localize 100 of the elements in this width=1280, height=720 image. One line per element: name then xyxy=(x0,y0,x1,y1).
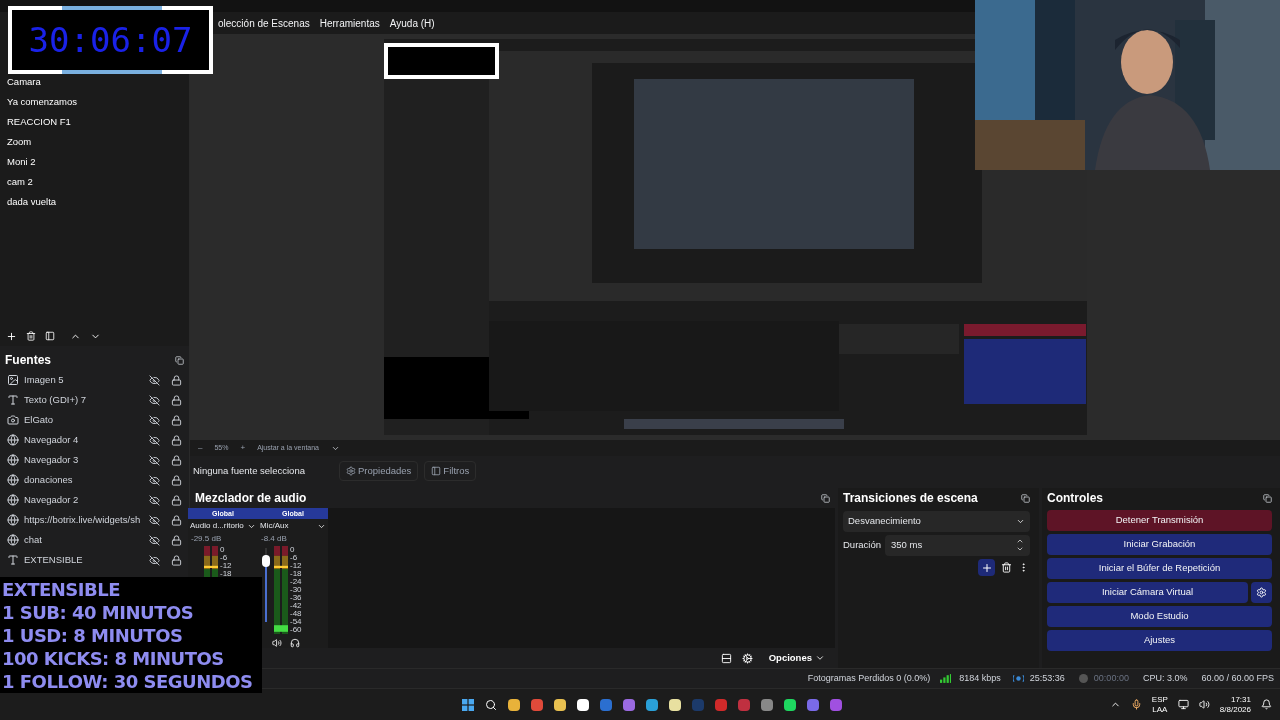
scene-item[interactable]: Ya comenzamos xyxy=(0,92,189,112)
microphone-icon[interactable] xyxy=(1130,699,1142,710)
caret-icon xyxy=(815,653,825,663)
scale-label: -24 xyxy=(290,578,302,586)
menu-item[interactable]: Herramientas xyxy=(319,15,380,31)
record-icon xyxy=(1078,674,1088,683)
filter-icon[interactable] xyxy=(45,331,55,341)
increment-icon[interactable] xyxy=(1016,537,1024,545)
duration-label: Duración xyxy=(843,537,882,552)
scene-item[interactable]: dada vuelta xyxy=(0,192,189,212)
volume-icon[interactable] xyxy=(1198,699,1210,710)
headphones-icon[interactable] xyxy=(290,638,300,648)
settings-button[interactable] xyxy=(1251,582,1272,603)
lock-icon[interactable] xyxy=(171,534,182,546)
source-item[interactable]: Imagen 5 xyxy=(0,370,189,390)
scene-item[interactable]: Zoom xyxy=(0,132,189,152)
signal-icon xyxy=(940,674,952,683)
scene-item[interactable]: cam 2 xyxy=(0,172,189,192)
source-item[interactable]: EXTENSIBLE xyxy=(0,550,189,570)
lock-icon[interactable] xyxy=(171,434,182,446)
toolbar-button[interactable]: Propiedades xyxy=(339,461,419,481)
lock-icon[interactable] xyxy=(171,414,182,426)
control-button[interactable]: Iniciar Cámara Virtual xyxy=(1047,582,1248,603)
menu-item[interactable]: olección de Escenas xyxy=(218,15,310,31)
trash-icon[interactable] xyxy=(1001,562,1012,573)
control-button[interactable]: Ajustes xyxy=(1047,630,1272,651)
dock-title: Controles xyxy=(1047,490,1103,507)
app-icon[interactable] xyxy=(508,698,520,711)
scale-label: -12 xyxy=(290,562,302,570)
lock-icon[interactable] xyxy=(171,554,182,566)
lock-icon[interactable] xyxy=(171,394,182,406)
options-button[interactable]: Opciones xyxy=(768,650,825,666)
lock-icon[interactable] xyxy=(171,514,182,526)
clock-date: 8/8/2026 xyxy=(1219,704,1251,715)
fps-reading: 60.00 / 60.00 FPS xyxy=(1200,671,1275,685)
zoom-in-button[interactable]: + xyxy=(240,442,246,454)
app-icon[interactable] xyxy=(784,698,796,711)
duration-field[interactable]: 350 ms xyxy=(885,534,1030,556)
image-icon xyxy=(7,374,19,386)
eye-off-icon[interactable] xyxy=(149,434,160,446)
source-item[interactable]: https://botrix.live/widgets/sh xyxy=(0,510,189,530)
eye-off-icon[interactable] xyxy=(149,494,160,506)
eye-off-icon[interactable] xyxy=(149,454,160,466)
eye-off-icon[interactable] xyxy=(149,394,160,406)
globe-icon xyxy=(7,474,19,486)
gear-icon xyxy=(346,466,356,476)
toolbar-button[interactable]: Filtros xyxy=(424,461,477,481)
zoom-out-button[interactable]: – xyxy=(198,442,203,454)
source-item[interactable]: donaciones xyxy=(0,470,189,490)
undock-icon[interactable] xyxy=(1021,493,1030,503)
app-icon[interactable] xyxy=(669,698,681,711)
transition-dropdown[interactable]: Desvanecimiento xyxy=(843,511,1030,532)
eye-off-icon[interactable] xyxy=(149,514,160,526)
undock-icon[interactable] xyxy=(1263,493,1272,503)
control-button[interactable]: Detener Transmisión xyxy=(1047,510,1272,531)
menu-item[interactable]: Ayuda (H) xyxy=(389,15,435,31)
app-icon[interactable] xyxy=(646,698,658,711)
control-button[interactable]: Iniciar Grabación xyxy=(1047,534,1272,555)
source-item[interactable]: Texto (GDI+) 7 xyxy=(0,390,189,410)
notification-icon[interactable] xyxy=(1261,699,1272,710)
eye-off-icon[interactable] xyxy=(149,554,160,566)
lock-icon[interactable] xyxy=(171,374,182,386)
scene-item[interactable]: Moni 2 xyxy=(0,152,189,172)
scene-item[interactable]: REACCION F1 xyxy=(0,112,189,132)
eye-off-icon[interactable] xyxy=(149,474,160,486)
add-icon[interactable] xyxy=(6,330,17,342)
lock-icon[interactable] xyxy=(171,494,182,506)
source-item[interactable]: Navegador 2 xyxy=(0,490,189,510)
undock-icon[interactable] xyxy=(821,493,830,503)
source-item[interactable]: Navegador 4 xyxy=(0,430,189,450)
eye-off-icon[interactable] xyxy=(149,534,160,546)
speaker-icon[interactable] xyxy=(272,638,282,648)
add-button[interactable] xyxy=(978,559,995,576)
control-button[interactable]: Modo Estudio xyxy=(1047,606,1272,627)
scale-label: -18 xyxy=(220,570,232,578)
db-reading: -8.4 dB xyxy=(260,533,288,545)
slider-thumb[interactable] xyxy=(262,555,270,568)
eye-off-icon[interactable] xyxy=(149,374,160,386)
app-icon[interactable] xyxy=(577,698,589,711)
undock-icon[interactable] xyxy=(175,355,184,365)
timer-text: 30:06:07 xyxy=(28,20,193,60)
eye-off-icon[interactable] xyxy=(149,414,160,426)
lock-icon[interactable] xyxy=(171,474,182,486)
windows-icon[interactable] xyxy=(462,698,474,711)
trash-icon[interactable] xyxy=(26,331,36,341)
settings-icon[interactable] xyxy=(741,652,753,664)
source-item[interactable]: ElGato xyxy=(0,410,189,430)
source-item[interactable]: Navegador 3 xyxy=(0,450,189,470)
lock-icon[interactable] xyxy=(171,454,182,466)
decrement-icon[interactable] xyxy=(1016,545,1024,553)
search-icon[interactable] xyxy=(485,698,497,711)
source-item[interactable]: chat xyxy=(0,530,189,550)
layout-icon[interactable] xyxy=(720,652,732,664)
control-button[interactable]: Iniciar el Búfer de Repetición xyxy=(1047,558,1272,579)
network-icon[interactable] xyxy=(1177,699,1189,710)
scene-item[interactable]: Camara xyxy=(0,72,189,92)
globe-icon xyxy=(7,494,19,506)
overlay-text: 1 USD: 8 MINUTOS xyxy=(2,624,184,647)
app-icon[interactable] xyxy=(554,698,566,711)
volume-slider[interactable] xyxy=(262,548,270,622)
